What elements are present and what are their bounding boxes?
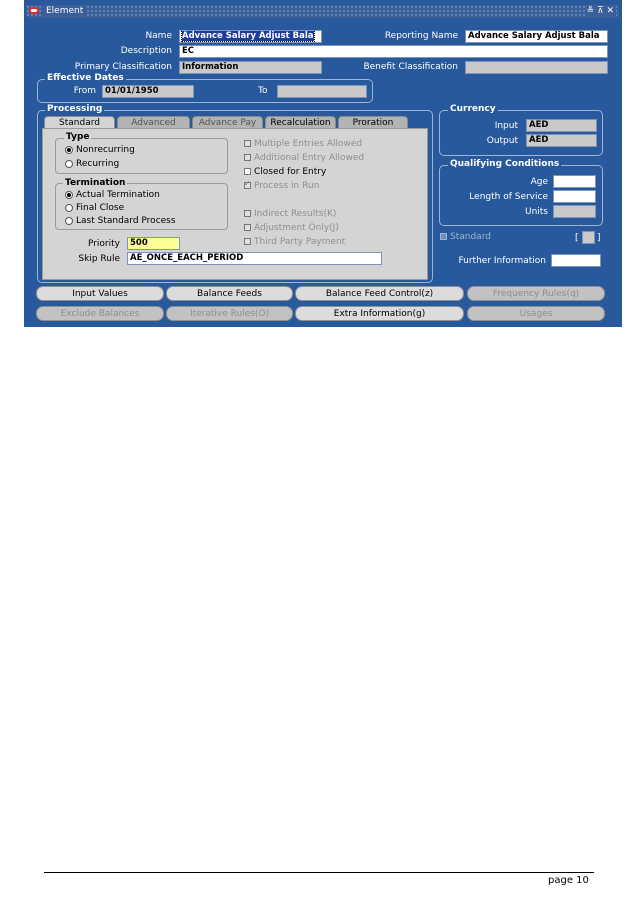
radio-empty-icon <box>65 159 73 168</box>
skip-rule-label: Skip Rule <box>78 254 120 264</box>
oracle-logo-icon <box>29 7 39 14</box>
reporting-name-label: Reporting Name <box>384 31 458 41</box>
standard-label: Standard <box>450 232 491 242</box>
from-label: From <box>73 86 96 96</box>
bracket-open: [ <box>575 233 579 243</box>
length-of-service-label: Length of Service <box>469 192 548 202</box>
checkbox-adjustment-only[interactable]: Adjustment Only(J) <box>244 223 339 233</box>
radio-actual-termination[interactable]: Actual Termination <box>65 190 160 200</box>
radio-final-close[interactable]: Final Close <box>65 203 124 213</box>
additional-entry-label: Additional Entry Allowed <box>254 153 365 163</box>
description-field[interactable]: EC <box>179 45 608 58</box>
skip-rule-field[interactable]: AE_ONCE_EACH_PERIOD <box>127 252 382 265</box>
checkbox-icon <box>244 168 251 175</box>
checkbox-icon <box>244 154 251 161</box>
from-date-field[interactable]: 01/01/1950 <box>102 85 194 98</box>
name-field[interactable]: Advance Salary Adjust Bala <box>179 30 322 43</box>
primary-classification-field[interactable]: Information <box>179 61 322 74</box>
radio-selected-icon <box>65 145 73 154</box>
checkbox-indirect-results[interactable]: Indirect Results(K) <box>244 209 336 219</box>
checkbox-icon <box>244 140 251 147</box>
radio-selected-icon <box>65 190 73 199</box>
checkbox-additional-entry[interactable]: Additional Entry Allowed <box>244 153 364 163</box>
indirect-results-label: Indirect Results(K) <box>254 209 337 219</box>
description-label: Description <box>120 46 172 56</box>
radio-nonrecurring[interactable]: Nonrecurring <box>65 145 135 155</box>
name-value: Advance Salary Adjust Bala <box>181 31 315 42</box>
third-party-payment-label: Third Party Payment <box>254 237 346 247</box>
page-number: page 10 <box>548 875 589 886</box>
last-standard-process-label: Last Standard Process <box>76 216 176 226</box>
to-label: To <box>258 86 268 96</box>
units-label: Units <box>524 207 548 217</box>
currency-box <box>439 110 603 156</box>
checkbox-process-in-run[interactable]: Process in Run <box>244 179 320 191</box>
radio-empty-icon <box>65 203 73 212</box>
window-titlebar: Element ≚ ⊼ ✕ <box>26 5 619 18</box>
recurring-label: Recurring <box>76 159 120 169</box>
radio-last-standard-process[interactable]: Last Standard Process <box>65 216 176 226</box>
radio-recurring[interactable]: Recurring <box>65 159 119 169</box>
benefit-classification-field[interactable] <box>465 61 608 74</box>
footer-rule <box>44 872 594 873</box>
radio-empty-icon <box>65 216 73 225</box>
nonrecurring-label: Nonrecurring <box>76 145 135 155</box>
currency-header: Currency <box>448 104 498 114</box>
benefit-classification-label: Benefit Classification <box>363 62 458 72</box>
process-in-run-label: Process in Run <box>254 181 320 191</box>
checkbox-icon <box>440 233 447 240</box>
checkbox-checked-icon <box>244 179 251 189</box>
checkbox-closed-for-entry[interactable]: Closed for Entry <box>244 167 326 177</box>
checkbox-icon <box>244 238 251 245</box>
further-information-field[interactable] <box>551 254 601 267</box>
to-date-field[interactable] <box>277 85 367 98</box>
termination-header: Termination <box>63 178 128 188</box>
effective-dates-header: Effective Dates <box>45 73 126 83</box>
adjustment-only-label: Adjustment Only(J) <box>254 223 339 233</box>
processing-header: Processing <box>45 104 105 114</box>
iterative-rules-button[interactable]: Iterative Rules(O) <box>166 306 293 321</box>
further-information-label: Further Information <box>458 256 546 266</box>
bracket-close: ] <box>597 233 601 243</box>
checkbox-icon <box>244 224 251 231</box>
frequency-rules-button[interactable]: Frequency Rules(q) <box>467 286 605 301</box>
reporting-name-field[interactable]: Advance Salary Adjust Bala <box>465 30 608 43</box>
checkbox-third-party-payment[interactable]: Third Party Payment <box>244 237 345 247</box>
input-values-button[interactable]: Input Values <box>36 286 164 301</box>
closed-for-entry-label: Closed for Entry <box>254 167 327 177</box>
age-field[interactable] <box>553 175 596 188</box>
input-currency-label: Input <box>494 121 518 131</box>
extra-information-button[interactable]: Extra Information(g) <box>295 306 464 321</box>
age-label: Age <box>530 177 548 187</box>
input-currency-field[interactable]: AED <box>526 119 597 132</box>
priority-label: Priority <box>87 239 120 249</box>
window-title: Element <box>43 5 87 18</box>
actual-termination-label: Actual Termination <box>76 190 160 200</box>
balance-feed-control-button[interactable]: Balance Feed Control(z) <box>295 286 464 301</box>
balance-feeds-button[interactable]: Balance Feeds <box>166 286 293 301</box>
qualifying-conditions-header: Qualifying Conditions <box>448 159 562 169</box>
name-label: Name <box>145 31 172 41</box>
priority-field[interactable]: 500 <box>127 237 180 250</box>
checkbox-multiple-entries[interactable]: Multiple Entries Allowed <box>244 139 362 149</box>
type-header: Type <box>64 132 92 142</box>
units-field[interactable] <box>553 205 596 218</box>
checkbox-icon <box>244 210 251 217</box>
multiple-entries-label: Multiple Entries Allowed <box>254 139 363 149</box>
checkbox-standard[interactable]: Standard <box>440 232 491 242</box>
length-of-service-field[interactable] <box>553 190 596 203</box>
final-close-label: Final Close <box>76 203 125 213</box>
exclude-balances-button[interactable]: Exclude Balances <box>36 306 164 321</box>
descriptive-flexfield[interactable] <box>582 231 595 244</box>
output-currency-field[interactable]: AED <box>526 134 597 147</box>
primary-classification-label: Primary Classification <box>74 62 172 72</box>
window-controls[interactable]: ≚ ⊼ ✕ <box>584 5 616 18</box>
output-currency-label: Output <box>486 136 518 146</box>
usages-button[interactable]: Usages <box>467 306 605 321</box>
